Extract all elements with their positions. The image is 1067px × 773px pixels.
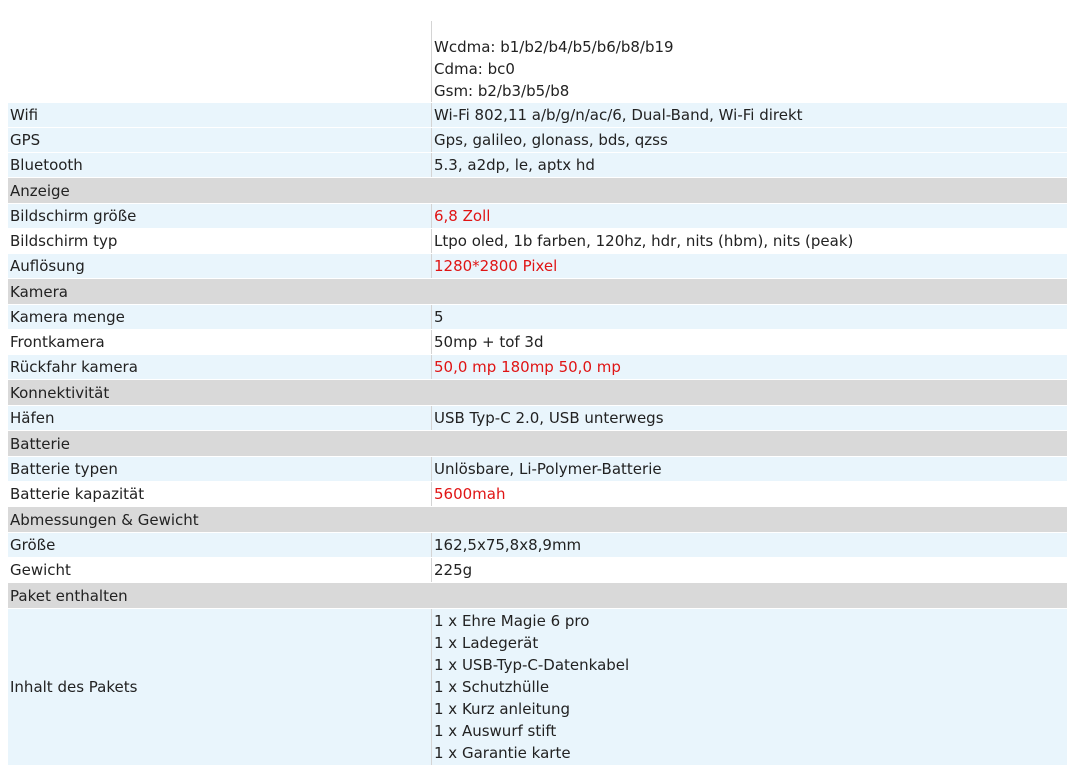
spec-table: Wcdma: b1/b2/b4/b5/b6/b8/b19 Cdma: bc0 G… <box>8 21 1067 766</box>
row-value: 162,5x75,8x8,9mm <box>431 532 1067 558</box>
highlight-value: 1280*2800 Pixel <box>434 257 558 275</box>
section-spacer <box>431 582 1067 609</box>
table-row: Auflösung 1280*2800 Pixel <box>8 253 1067 279</box>
package-contents-row: Inhalt des Pakets 1 x Ehre Magie 6 pro 1… <box>8 608 1067 766</box>
package-item: 1 x Schutzhülle <box>434 678 550 696</box>
row-value: 1280*2800 Pixel <box>431 253 1067 279</box>
row-label: Gewicht <box>8 557 432 583</box>
row-label: Bluetooth <box>8 152 432 178</box>
section-spacer <box>431 430 1067 457</box>
package-item: 1 x Ehre Magie 6 pro <box>434 612 590 630</box>
table-row: GPS Gps, galileo, glonass, bds, qzss <box>8 127 1067 153</box>
row-label: Batterie typen <box>8 456 432 482</box>
row-value: USB Typ-C 2.0, USB unterwegs <box>431 405 1067 431</box>
row-label: GPS <box>8 127 432 153</box>
table-row: Batterie kapazität 5600mah <box>8 481 1067 507</box>
table-row: Gewicht 225g <box>8 557 1067 583</box>
band-wcdma: Wcdma: b1/b2/b4/b5/b6/b8/b19 <box>434 38 674 56</box>
row-value: 6,8 Zoll <box>431 203 1067 229</box>
row-value: 1 x Ehre Magie 6 pro 1 x Ladegerät 1 x U… <box>431 608 1067 766</box>
table-row: Batterie typen Unlösbare, Li-Polymer-Bat… <box>8 456 1067 482</box>
section-spacer <box>431 177 1067 204</box>
row-label: Wifi <box>8 102 432 128</box>
table-row: Bildschirm größe 6,8 Zoll <box>8 203 1067 229</box>
row-label: Inhalt des Pakets <box>8 608 432 766</box>
row-value: 50mp + tof 3d <box>431 329 1067 355</box>
table-row: Kamera menge 5 <box>8 304 1067 330</box>
highlight-value: 50,0 mp 180mp 50,0 mp <box>434 358 621 376</box>
row-value: 5 <box>431 304 1067 330</box>
row-value: 225g <box>431 557 1067 583</box>
table-row: Frontkamera 50mp + tof 3d <box>8 329 1067 355</box>
section-title: Konnektivität <box>8 379 432 406</box>
package-item: 1 x Garantie karte <box>434 744 571 762</box>
table-row: Rückfahr kamera 50,0 mp 180mp 50,0 mp <box>8 354 1067 380</box>
section-title: Batterie <box>8 430 432 457</box>
row-label: Kamera menge <box>8 304 432 330</box>
table-row: Bluetooth 5.3, a2dp, le, aptx hd <box>8 152 1067 178</box>
section-spacer <box>431 278 1067 305</box>
band-cdma: Cdma: bc0 <box>434 60 515 78</box>
row-label: Batterie kapazität <box>8 481 432 507</box>
package-item: 1 x USB-Typ-C-Datenkabel <box>434 656 630 674</box>
row-value: 50,0 mp 180mp 50,0 mp <box>431 354 1067 380</box>
row-label: Häfen <box>8 405 432 431</box>
highlight-value: 5600mah <box>434 485 506 503</box>
row-label: Frontkamera <box>8 329 432 355</box>
row-label: Bildschirm typ <box>8 228 432 254</box>
section-title: Kamera <box>8 278 432 305</box>
row-value: Wcdma: b1/b2/b4/b5/b6/b8/b19 Cdma: bc0 G… <box>431 21 1067 103</box>
section-header: Kamera <box>8 278 1067 305</box>
table-row: Wifi Wi-Fi 802,11 a/b/g/n/ac/6, Dual-Ban… <box>8 102 1067 128</box>
row-value: Gps, galileo, glonass, bds, qzss <box>431 127 1067 153</box>
row-label: Rückfahr kamera <box>8 354 432 380</box>
row-value: Wi-Fi 802,11 a/b/g/n/ac/6, Dual-Band, Wi… <box>431 102 1067 128</box>
row-label: Größe <box>8 532 432 558</box>
package-item: 1 x Ladegerät <box>434 634 539 652</box>
section-header: Batterie <box>8 430 1067 457</box>
section-header: Paket enthalten <box>8 582 1067 609</box>
section-header: Abmessungen & Gewicht <box>8 506 1067 533</box>
table-row: Größe 162,5x75,8x8,9mm <box>8 532 1067 558</box>
section-spacer <box>431 379 1067 406</box>
band-gsm: Gsm: b2/b3/b5/b8 <box>434 82 570 100</box>
row-label: Bildschirm größe <box>8 203 432 229</box>
network-bands-row: Wcdma: b1/b2/b4/b5/b6/b8/b19 Cdma: bc0 G… <box>8 21 1067 103</box>
section-title: Abmessungen & Gewicht <box>8 506 432 533</box>
table-row: Häfen USB Typ-C 2.0, USB unterwegs <box>8 405 1067 431</box>
row-value: Unlösbare, Li-Polymer-Batterie <box>431 456 1067 482</box>
row-label <box>8 21 432 103</box>
row-label: Auflösung <box>8 253 432 279</box>
section-header: Anzeige <box>8 177 1067 204</box>
section-title: Paket enthalten <box>8 582 432 609</box>
package-item: 1 x Auswurf stift <box>434 722 557 740</box>
table-row: Bildschirm typ Ltpo oled, 1b farben, 120… <box>8 228 1067 254</box>
highlight-value: 6,8 Zoll <box>434 207 491 225</box>
section-header: Konnektivität <box>8 379 1067 406</box>
row-value: 5600mah <box>431 481 1067 507</box>
section-spacer <box>431 506 1067 533</box>
section-title: Anzeige <box>8 177 432 204</box>
package-item: 1 x Kurz anleitung <box>434 700 571 718</box>
row-value: 5.3, a2dp, le, aptx hd <box>431 152 1067 178</box>
row-value: Ltpo oled, 1b farben, 120hz, hdr, nits (… <box>431 228 1067 254</box>
